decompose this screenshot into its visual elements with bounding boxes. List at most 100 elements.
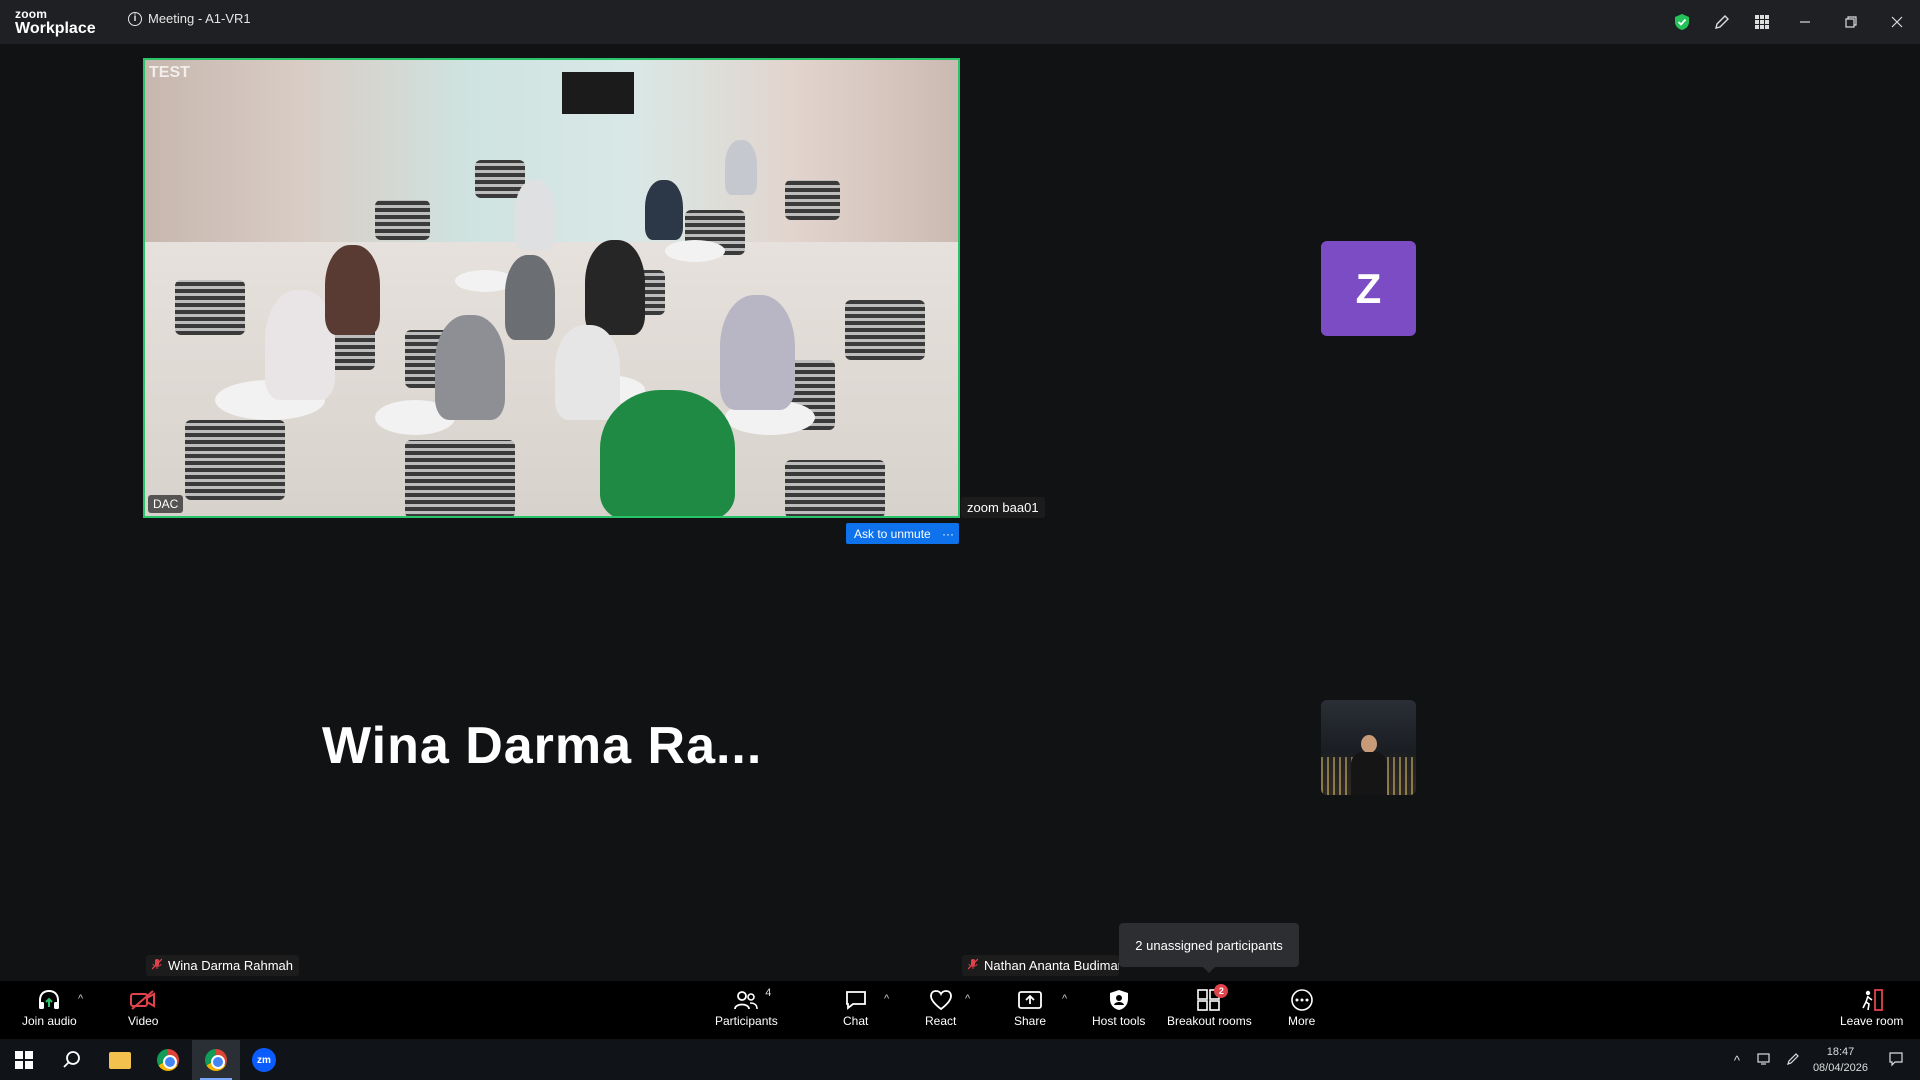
mic-muted-icon: [151, 958, 163, 973]
taskbar-chrome-profile[interactable]: [192, 1040, 240, 1080]
share-label: Share: [1014, 1014, 1047, 1028]
chat-button[interactable]: Chat: [843, 987, 868, 1028]
shield-icon: [1108, 987, 1130, 1013]
react-label: React: [925, 1014, 957, 1028]
participant-name: zoom baa01: [967, 500, 1039, 515]
participant-thumbnail-photo[interactable]: [1321, 700, 1416, 795]
annotate-pen-icon[interactable]: [1702, 0, 1742, 44]
chrome-icon: [157, 1049, 179, 1071]
network-icon[interactable]: [1751, 1052, 1779, 1069]
host-tools-button[interactable]: Host tools: [1092, 987, 1145, 1028]
breakout-rooms-icon: 2: [1196, 984, 1229, 1013]
video-chair: [175, 280, 245, 335]
more-dots-icon: [1289, 987, 1315, 1013]
breakout-rooms-button[interactable]: 2 Breakout rooms: [1167, 984, 1252, 1028]
video-tv-screen: [562, 72, 634, 114]
share-button[interactable]: Share: [1014, 987, 1046, 1028]
participant-name-tag-zoom-baa01: zoom baa01: [961, 497, 1045, 518]
taskbar-chrome[interactable]: [144, 1040, 192, 1080]
brand-bottom: Workplace: [15, 20, 96, 37]
meeting-info-button[interactable]: i Meeting - A1-VR1: [128, 11, 251, 26]
taskbar-zoom[interactable]: zm: [240, 1040, 288, 1080]
apps-grid-icon[interactable]: [1742, 0, 1782, 44]
video-chair: [845, 300, 925, 360]
video-student: [720, 295, 795, 410]
thumbnail-person-body: [1351, 752, 1387, 795]
audio-options-chevron-icon[interactable]: ^: [78, 993, 83, 1005]
video-student: [645, 180, 683, 240]
search-icon: [63, 1051, 80, 1068]
start-button[interactable]: [0, 1040, 48, 1080]
chrome-icon: [205, 1049, 227, 1071]
active-speaker-video[interactable]: TEST DAC: [143, 58, 960, 518]
video-student: [585, 240, 645, 335]
taskbar-clock[interactable]: 18:47 08/04/2026: [1813, 1044, 1868, 1076]
video-student: [505, 255, 555, 340]
chat-icon: [844, 987, 868, 1013]
video-more-options-button[interactable]: ···: [937, 523, 959, 544]
taskbar-file-explorer[interactable]: [96, 1040, 144, 1080]
participant-avatar-z[interactable]: Z: [1321, 241, 1416, 336]
titlebar-controls: [1662, 0, 1920, 44]
video-button[interactable]: Video: [128, 987, 158, 1028]
video-label: Video: [128, 1014, 159, 1028]
close-button[interactable]: [1874, 0, 1920, 44]
participant-tile-name: Wina Darma Ra...: [322, 717, 763, 775]
pen-icon[interactable]: [1779, 1052, 1807, 1069]
zoom-app-icon: zm: [252, 1048, 276, 1072]
headphones-icon: [36, 987, 62, 1013]
title-bar: zoom Workplace i Meeting - A1-VR1: [0, 0, 1920, 44]
host-tools-label: Host tools: [1092, 1014, 1146, 1028]
ask-to-unmute-button[interactable]: Ask to unmute: [846, 523, 939, 544]
windows-taskbar: zm ^ 18:47 08/04/2026: [0, 1040, 1920, 1080]
leave-room-button[interactable]: Leave room: [1840, 987, 1903, 1028]
tray-chevron-up-icon[interactable]: ^: [1723, 1053, 1751, 1068]
thumbnail-person-head: [1361, 735, 1377, 753]
clock-time: 18:47: [1826, 1046, 1855, 1058]
zoom-workplace-logo: zoom Workplace: [15, 8, 96, 37]
mic-muted-icon: [967, 958, 979, 973]
breakout-notification-badge: 2: [1214, 984, 1229, 998]
heart-icon: [929, 987, 953, 1013]
more-button[interactable]: More: [1288, 987, 1315, 1028]
share-options-chevron-icon[interactable]: ^: [1062, 993, 1067, 1005]
chat-label: Chat: [843, 1014, 869, 1028]
notifications-icon[interactable]: [1882, 1051, 1910, 1070]
share-screen-icon: [1017, 987, 1043, 1013]
system-tray: ^ 18:47 08/04/2026: [1723, 1040, 1920, 1080]
folder-icon: [109, 1051, 131, 1069]
video-student: [725, 140, 757, 195]
video-desk: [665, 240, 725, 262]
react-button[interactable]: React: [925, 987, 956, 1028]
shield-icon[interactable]: [1662, 0, 1702, 44]
video-chair: [375, 200, 430, 240]
leave-door-icon: [1859, 987, 1885, 1013]
more-label: More: [1288, 1014, 1316, 1028]
info-icon: i: [128, 11, 142, 26]
breakout-tooltip: 2 unassigned participants: [1119, 923, 1299, 967]
taskbar-search-button[interactable]: [48, 1040, 96, 1080]
participants-button[interactable]: 4 Participants: [715, 987, 778, 1028]
video-chair: [785, 180, 840, 220]
participant-name: Wina Darma Rahmah: [168, 958, 293, 973]
video-student: [600, 390, 735, 516]
chat-options-chevron-icon[interactable]: ^: [884, 993, 889, 1005]
participants-label: Participants: [715, 1014, 778, 1028]
participant-name: Nathan Ananta Budiman: [984, 958, 1119, 973]
join-audio-button[interactable]: Join audio: [22, 987, 77, 1028]
leave-room-label: Leave room: [1840, 1014, 1904, 1028]
join-audio-label: Join audio: [22, 1014, 77, 1028]
video-chair: [405, 440, 515, 516]
clock-date: 08/04/2026: [1812, 1062, 1868, 1074]
react-options-chevron-icon[interactable]: ^: [965, 993, 970, 1005]
windows-logo-icon: [15, 1051, 33, 1069]
minimize-button[interactable]: [1782, 0, 1828, 44]
video-chair: [785, 460, 885, 516]
video-chair: [185, 420, 285, 500]
meeting-title: Meeting - A1-VR1: [148, 11, 251, 26]
video-watermark: TEST: [149, 64, 190, 81]
restore-button[interactable]: [1828, 0, 1874, 44]
video-student: [435, 315, 505, 420]
brand-top: zoom: [15, 7, 48, 21]
participants-count: 4: [765, 987, 772, 999]
